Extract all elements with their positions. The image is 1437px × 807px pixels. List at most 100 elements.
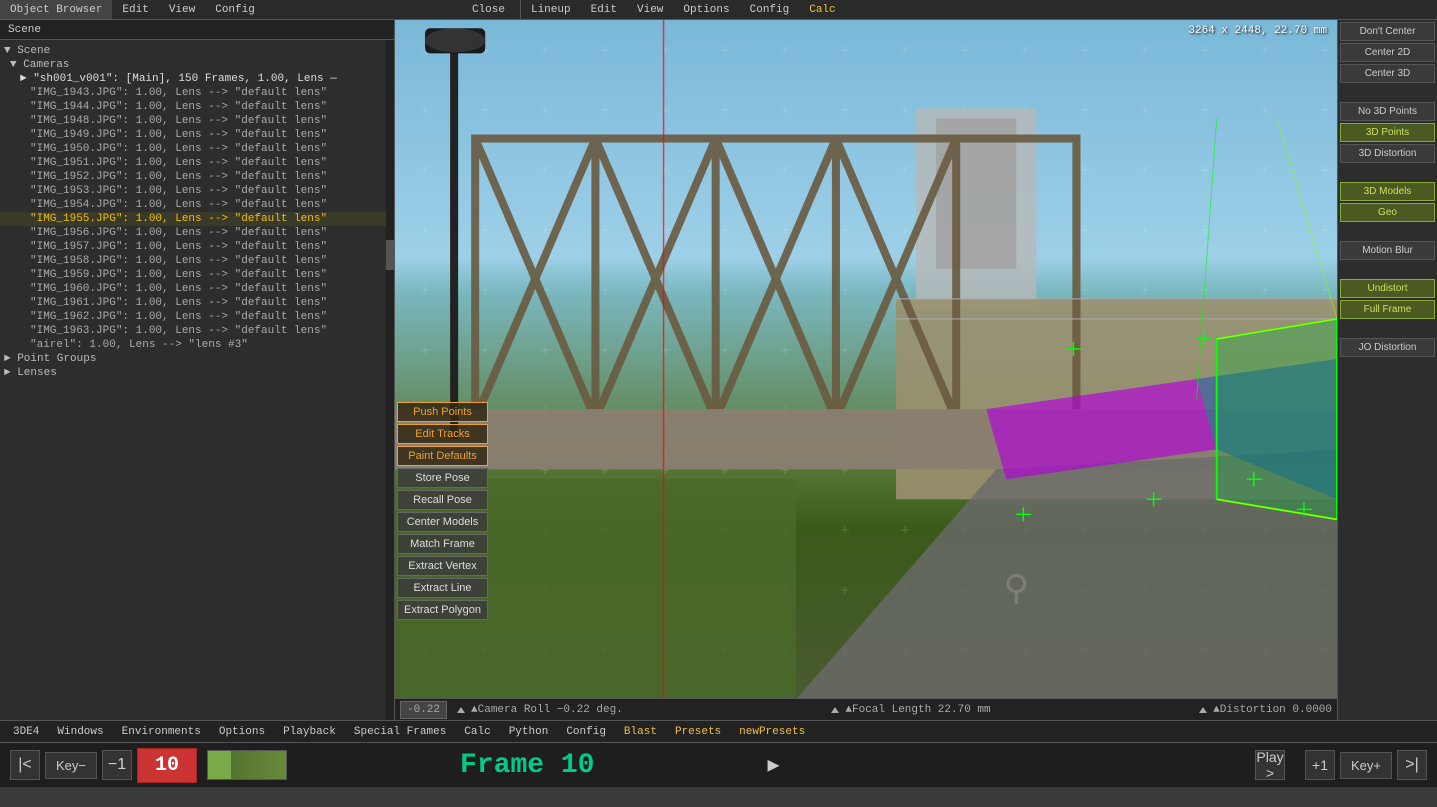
full-frame-button[interactable]: Full Frame	[1340, 300, 1435, 319]
undistort-button[interactable]: Undistort	[1340, 279, 1435, 298]
bottom-menu-bar: 3DE4 Windows Environments Options Playba…	[0, 720, 1437, 742]
viewport-menu-edit[interactable]: Edit	[581, 0, 627, 19]
menu-object-browser[interactable]: Object Browser	[0, 0, 112, 19]
menu-config[interactable]: Config	[205, 0, 265, 19]
tree-airel[interactable]: "airel": 1.00, Lens --> "lens #3"	[0, 338, 386, 352]
tree-img-1948[interactable]: "IMG_1948.JPG": 1.00, Lens --> "default …	[0, 114, 386, 128]
3d-models-button[interactable]: 3D Models	[1340, 182, 1435, 201]
close-button[interactable]: Close	[462, 0, 515, 19]
tree-img-1956[interactable]: "IMG_1956.JPG": 1.00, Lens --> "default …	[0, 226, 386, 240]
tree-img-1949[interactable]: "IMG_1949.JPG": 1.00, Lens --> "default …	[0, 128, 386, 142]
3d-points-button[interactable]: 3D Points	[1340, 123, 1435, 142]
frame-number-input[interactable]	[137, 748, 197, 783]
center-2d-button[interactable]: Center 2D	[1340, 43, 1435, 62]
plus-one-button[interactable]: +1	[1305, 750, 1335, 780]
extract-vertex-button[interactable]: Extract Vertex	[397, 556, 488, 576]
tree-img-1953[interactable]: "IMG_1953.JPG": 1.00, Lens --> "default …	[0, 184, 386, 198]
center-3d-button[interactable]: Center 3D	[1340, 64, 1435, 83]
tree-img-1961[interactable]: "IMG_1961.JPG": 1.00, Lens --> "default …	[0, 296, 386, 310]
key-plus-button[interactable]: Key+	[1340, 752, 1392, 779]
menu-config[interactable]: Config	[558, 721, 614, 742]
extract-line-button[interactable]: Extract Line	[397, 578, 488, 598]
camera-roll-triangle	[457, 707, 465, 713]
timeline-track[interactable]	[207, 750, 287, 780]
left-panel-header: Scene	[0, 20, 394, 40]
frame-label: Frame 10	[460, 750, 594, 781]
playback-bar: |< Key− −1 Frame 10 ▶ Play > +1 Key+ >|	[0, 742, 1437, 787]
right-panel: Don't Center Center 2D Center 3D No 3D P…	[1337, 20, 1437, 720]
tree-img-1950[interactable]: "IMG_1950.JPG": 1.00, Lens --> "default …	[0, 142, 386, 156]
frame-display: Frame 10	[297, 750, 757, 781]
focal-triangle	[831, 707, 839, 713]
menu-special-frames[interactable]: Special Frames	[346, 721, 454, 742]
tree-img-1954[interactable]: "IMG_1954.JPG": 1.00, Lens --> "default …	[0, 198, 386, 212]
store-pose-button[interactable]: Store Pose	[397, 468, 488, 488]
no-3d-points-button[interactable]: No 3D Points	[1340, 102, 1435, 121]
go-start-button[interactable]: |<	[10, 750, 40, 780]
prev-frame-button[interactable]: −1	[102, 750, 132, 780]
tree-img-1960[interactable]: "IMG_1960.JPG": 1.00, Lens --> "default …	[0, 282, 386, 296]
center-models-button[interactable]: Center Models	[397, 512, 488, 532]
geo-button[interactable]: Geo	[1340, 203, 1435, 222]
viewport-container[interactable]: ⚲ 3264 x 2448, 22.70 mm Push Points Edit…	[395, 20, 1337, 698]
menu-windows[interactable]: Windows	[49, 721, 111, 742]
tree-img-1963[interactable]: "IMG_1963.JPG": 1.00, Lens --> "default …	[0, 324, 386, 338]
viewport-menu-config[interactable]: Config	[740, 0, 800, 19]
menu-view[interactable]: View	[159, 0, 205, 19]
edit-tracks-button[interactable]: Edit Tracks	[397, 424, 488, 444]
tree-cameras[interactable]: ▼ Cameras	[0, 58, 386, 72]
viewport-area: ⚲ 3264 x 2448, 22.70 mm Push Points Edit…	[395, 20, 1337, 720]
play-button[interactable]: Play >	[1255, 750, 1285, 780]
go-end-button[interactable]: >|	[1397, 750, 1427, 780]
viewport-menu-options[interactable]: Options	[673, 0, 739, 19]
match-frame-button[interactable]: Match Frame	[397, 534, 488, 554]
tree-scene-root[interactable]: ▼ Scene	[0, 44, 386, 58]
status-distortion: ▲Distortion 0.0000	[1199, 704, 1332, 716]
menu-python[interactable]: Python	[501, 721, 557, 742]
menu-new-presets[interactable]: newPresets	[731, 721, 813, 742]
status-focal-length: ▲Focal Length 22.70 mm	[831, 704, 990, 716]
key-minus-button[interactable]: Key−	[45, 752, 97, 779]
viewport-menu-view[interactable]: View	[627, 0, 673, 19]
scene-tree-label: Scene	[0, 20, 49, 39]
menu-environments[interactable]: Environments	[114, 721, 209, 742]
jo-distortion-button[interactable]: JO Distortion	[1340, 338, 1435, 357]
tree-img-1952[interactable]: "IMG_1952.JPG": 1.00, Lens --> "default …	[0, 170, 386, 184]
recall-pose-button[interactable]: Recall Pose	[397, 490, 488, 510]
tree-img-1962[interactable]: "IMG_1962.JPG": 1.00, Lens --> "default …	[0, 310, 386, 324]
scene-viewport-svg: ⚲	[395, 20, 1337, 698]
tree-img-1951[interactable]: "IMG_1951.JPG": 1.00, Lens --> "default …	[0, 156, 386, 170]
viewport-menu-calc[interactable]: Calc	[799, 0, 845, 19]
tree-img-1958[interactable]: "IMG_1958.JPG": 1.00, Lens --> "default …	[0, 254, 386, 268]
tree-img-1955[interactable]: "IMG_1955.JPG": 1.00, Lens --> "default …	[0, 212, 386, 226]
left-panel: Scene ▼ Scene ▼ Cameras ► "sh001_v001": …	[0, 20, 395, 720]
status-camera-roll: ▲Camera Roll −0.22 deg.	[457, 704, 623, 716]
scene-tree[interactable]: ▼ Scene ▼ Cameras ► "sh001_v001": [Main]…	[0, 40, 386, 720]
menu-calc[interactable]: Calc	[456, 721, 498, 742]
tree-point-groups[interactable]: ► Point Groups	[0, 352, 386, 366]
3d-distortion-button[interactable]: 3D Distortion	[1340, 144, 1435, 163]
viewport-menu-lineup[interactable]: Lineup	[521, 0, 581, 19]
menu-3de4[interactable]: 3DE4	[5, 721, 47, 742]
tree-img-1959[interactable]: "IMG_1959.JPG": 1.00, Lens --> "default …	[0, 268, 386, 282]
menu-blast[interactable]: Blast	[616, 721, 665, 742]
tree-shot[interactable]: ► "sh001_v001": [Main], 150 Frames, 1.00…	[0, 72, 386, 86]
main-layout: Scene ▼ Scene ▼ Cameras ► "sh001_v001": …	[0, 20, 1437, 720]
motion-blur-button[interactable]: Motion Blur	[1340, 241, 1435, 260]
menu-options[interactable]: Options	[211, 721, 273, 742]
top-menu-bar: Object Browser Edit View Config Close Li…	[0, 0, 1437, 20]
distortion-triangle	[1199, 707, 1207, 713]
tree-img-1957[interactable]: "IMG_1957.JPG": 1.00, Lens --> "default …	[0, 240, 386, 254]
paint-defaults-button[interactable]: Paint Defaults	[397, 446, 488, 466]
scrollbar-thumb[interactable]	[386, 240, 394, 270]
tree-lenses[interactable]: ► Lenses	[0, 366, 386, 380]
dont-center-button[interactable]: Don't Center	[1340, 22, 1435, 41]
extract-polygon-button[interactable]: Extract Polygon	[397, 600, 488, 620]
tree-img-1944[interactable]: "IMG_1944.JPG": 1.00, Lens --> "default …	[0, 100, 386, 114]
menu-playback[interactable]: Playback	[275, 721, 344, 742]
left-panel-scrollbar[interactable]	[386, 40, 394, 720]
push-points-button[interactable]: Push Points	[397, 402, 488, 422]
menu-edit[interactable]: Edit	[112, 0, 158, 19]
tree-img-1943[interactable]: "IMG_1943.JPG": 1.00, Lens --> "default …	[0, 86, 386, 100]
menu-presets[interactable]: Presets	[667, 721, 729, 742]
